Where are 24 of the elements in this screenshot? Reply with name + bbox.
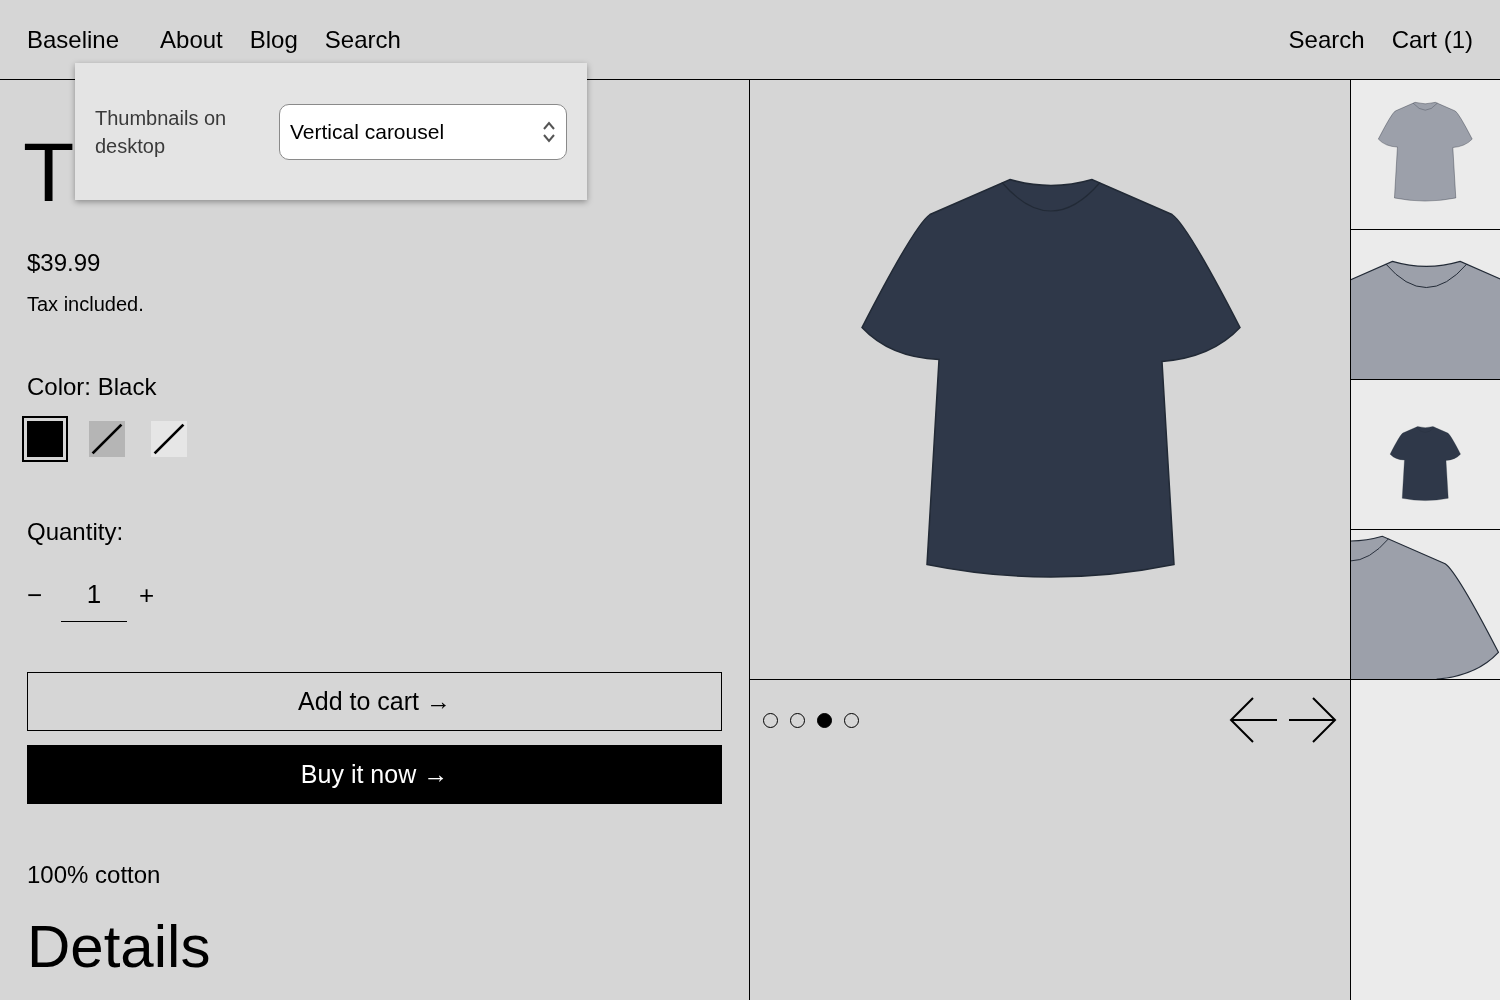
- decrease-button[interactable]: −: [27, 575, 49, 615]
- logo[interactable]: Baseline: [27, 21, 120, 58]
- chevron-up-down-icon: [542, 119, 556, 144]
- setting-label: Thumbnails on desktop: [95, 105, 228, 159]
- nav-link[interactable]: Blog: [249, 21, 298, 58]
- color-label: Color: Black: [27, 372, 158, 402]
- price: $39.99: [27, 248, 102, 278]
- next-arrow-icon[interactable]: [1287, 696, 1337, 744]
- color-swatch[interactable]: [22, 416, 68, 462]
- nav-link[interactable]: About: [160, 21, 223, 58]
- header-link[interactable]: Cart (1): [1391, 21, 1473, 58]
- add-to-cart-button[interactable]: Add to cart →: [27, 672, 722, 731]
- tax-note: Tax included.: [27, 292, 145, 317]
- material-text: 100% cotton: [27, 860, 162, 890]
- details-heading: Details: [27, 917, 212, 977]
- header-link[interactable]: Search: [1288, 21, 1365, 58]
- nav-link[interactable]: Search: [324, 21, 401, 58]
- product-title: T: [23, 130, 75, 214]
- thumbnail-layout-select[interactable]: Vertical carousel: [279, 103, 567, 160]
- buy-now-button[interactable]: Buy it now →: [27, 745, 722, 804]
- quantity-field[interactable]: 1: [61, 568, 127, 622]
- previous-arrow-icon[interactable]: [1229, 696, 1279, 744]
- quantity-label: Quantity:: [27, 517, 125, 547]
- increase-button[interactable]: +: [139, 575, 155, 615]
